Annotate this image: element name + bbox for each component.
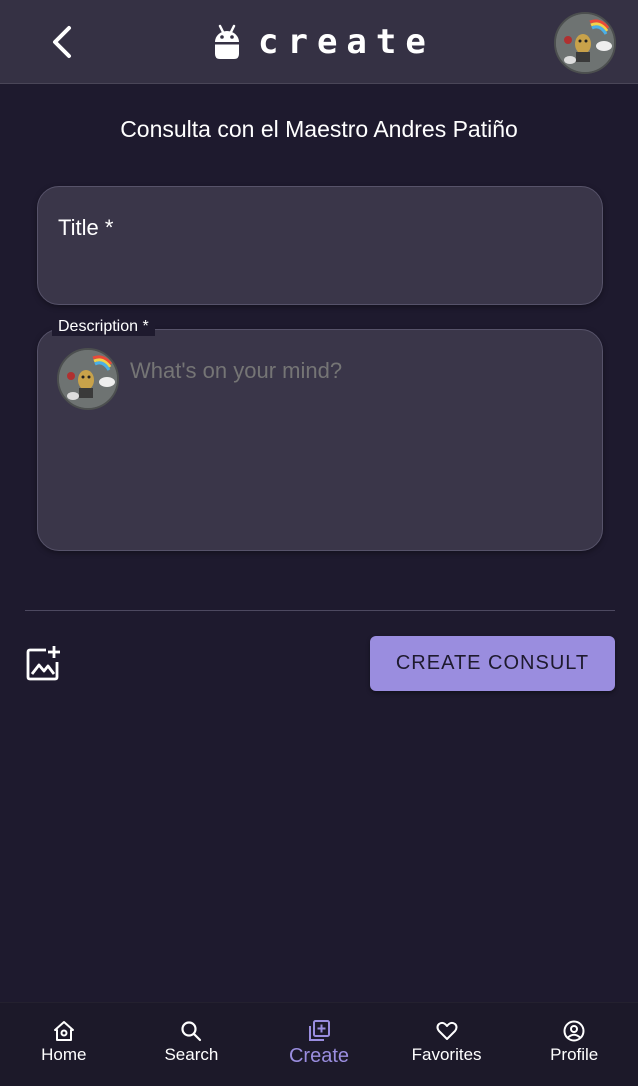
android-icon xyxy=(215,24,239,59)
consult-subtitle: Consulta con el Maestro Andres Patiño xyxy=(120,116,518,142)
avatar-image xyxy=(556,14,614,72)
account-circle-icon xyxy=(563,1020,585,1042)
heart-icon xyxy=(436,1021,458,1040)
user-avatar[interactable] xyxy=(554,12,616,74)
nav-item-create[interactable]: Create xyxy=(255,1003,383,1086)
brand: create xyxy=(212,22,435,62)
search-icon xyxy=(181,1021,202,1042)
description-avatar xyxy=(57,348,119,410)
nav-item-favorites[interactable]: Favorites xyxy=(383,1003,511,1086)
title-label: Title * xyxy=(58,215,114,240)
description-label: Description * xyxy=(52,318,155,336)
nav-label-search: Search xyxy=(164,1045,219,1064)
add-box-icon xyxy=(308,1020,330,1041)
add-image-button[interactable] xyxy=(24,644,64,684)
nav-label-home: Home xyxy=(41,1045,87,1064)
bottom-navigation: Home Search Create Favorites Profile xyxy=(0,1002,638,1086)
nav-label-profile: Profile xyxy=(550,1045,599,1064)
description-field[interactable] xyxy=(37,329,603,551)
description-input[interactable] xyxy=(130,358,570,384)
back-arrow-icon xyxy=(53,26,71,58)
nav-item-search[interactable]: Search xyxy=(128,1003,256,1086)
divider xyxy=(25,610,615,611)
brand-title: create xyxy=(258,22,435,62)
back-button[interactable] xyxy=(40,20,84,64)
nav-item-home[interactable]: Home xyxy=(0,1003,128,1086)
avatar-image xyxy=(59,350,117,408)
add-photo-icon xyxy=(26,646,60,681)
top-app-bar: create xyxy=(0,0,638,84)
title-field[interactable]: Title * xyxy=(37,186,603,305)
home-icon xyxy=(53,1021,74,1041)
create-consult-button[interactable]: CREATE CONSULT xyxy=(370,636,615,691)
nav-label-create: Create xyxy=(288,1045,349,1067)
nav-item-profile[interactable]: Profile xyxy=(510,1003,638,1086)
nav-label-favorites: Favorites xyxy=(411,1045,482,1064)
